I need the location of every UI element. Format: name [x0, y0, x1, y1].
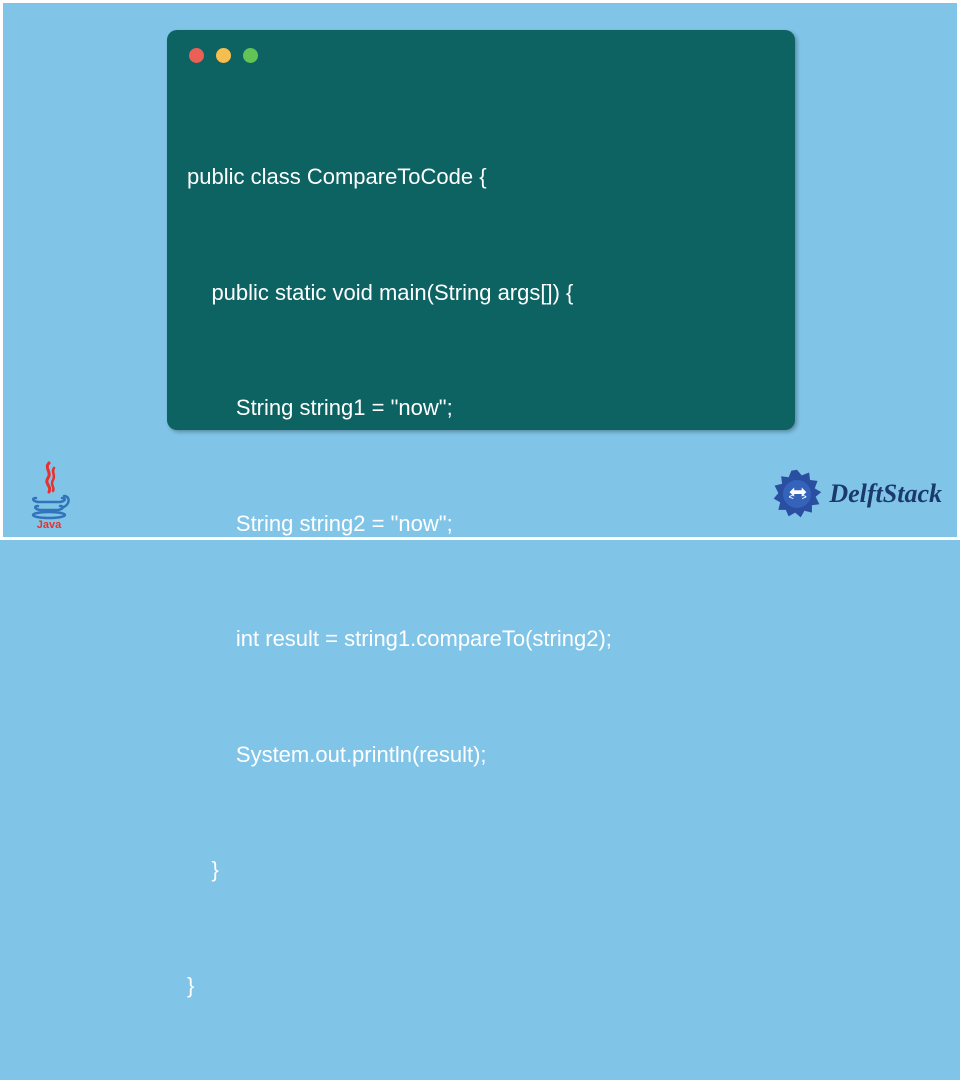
code-block: public class CompareToCode { public stat… [187, 81, 775, 1080]
delftstack-gear-icon: < > [769, 466, 825, 522]
delftstack-label: DelftStack [829, 479, 942, 509]
code-window: public class CompareToCode { public stat… [167, 30, 795, 430]
close-dot-icon [189, 48, 204, 63]
svg-text:<: < [789, 493, 794, 503]
code-line: String string2 = "now"; [187, 505, 775, 544]
code-line: public class CompareToCode { [187, 158, 775, 197]
java-logo-icon: Java [24, 458, 74, 530]
code-line: String string1 = "now"; [187, 389, 775, 428]
maximize-dot-icon [243, 48, 258, 63]
code-line: } [187, 967, 775, 1006]
minimize-dot-icon [216, 48, 231, 63]
window-controls [189, 48, 775, 63]
delftstack-logo: < > DelftStack [769, 466, 942, 522]
code-line: int result = string1.compareTo(string2); [187, 620, 775, 659]
code-line: System.out.println(result); [187, 736, 775, 775]
code-line: } [187, 851, 775, 890]
svg-text:>: > [802, 493, 807, 503]
code-line: public static void main(String args[]) { [187, 274, 775, 313]
svg-text:Java: Java [37, 519, 62, 530]
